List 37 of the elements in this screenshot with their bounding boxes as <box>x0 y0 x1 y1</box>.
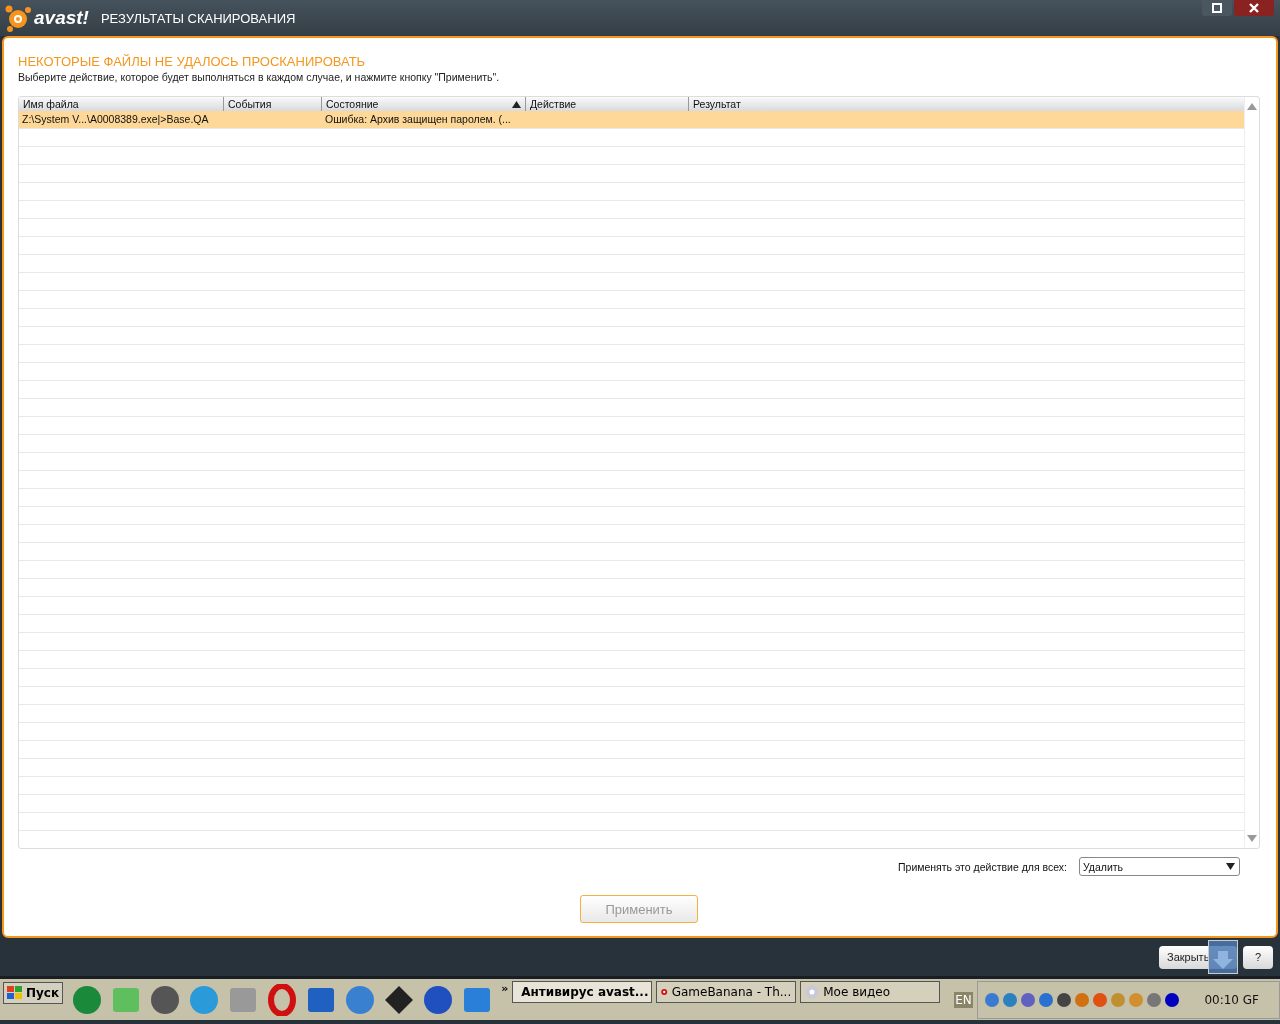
app-icon <box>805 985 820 999</box>
clock: 00:10 GF <box>1204 992 1259 1007</box>
heading: НЕКОТОРЫЕ ФАЙЛЫ НЕ УДАЛОСЬ ПРОСКАНИРОВАТЬ <box>18 54 367 69</box>
maximize-button[interactable] <box>1202 0 1232 16</box>
scroll-up-icon[interactable] <box>1247 103 1257 110</box>
instruction-text: Выберите действие, которое будет выполняться в каждом случае, и нажмите кнопку "Применить". <box>18 71 501 83</box>
tray-icon[interactable] <box>1037 991 1054 1008</box>
help-button[interactable]: ? <box>1243 945 1273 969</box>
taskbar-button[interactable]: GameBanana - Th... <box>656 981 797 1003</box>
language-indicator[interactable]: EN <box>954 991 973 1008</box>
tray-icon[interactable] <box>1163 991 1180 1008</box>
tray-icon[interactable] <box>1055 991 1072 1008</box>
maximize-icon <box>1212 3 1222 13</box>
quick-launch-icon[interactable] <box>149 983 182 1016</box>
quick-launch-icon[interactable] <box>422 983 455 1016</box>
dropdown-caret-icon <box>1226 863 1235 870</box>
logo-icon <box>4 4 32 32</box>
taskbar-button[interactable]: Антивирус avast... <box>512 981 653 1003</box>
column-header[interactable]: Результат <box>689 97 1244 111</box>
action-dropdown[interactable]: Удалить <box>1079 857 1240 876</box>
window-title: РЕЗУЛЬТАТЫ СКАНИРОВАНИЯ <box>100 10 296 26</box>
scrollbar[interactable] <box>1244 97 1259 848</box>
close-button[interactable] <box>1234 0 1274 16</box>
taskbar-button[interactable]: Мое видео <box>800 981 941 1003</box>
windows-flag-icon <box>7 986 23 1000</box>
table-row[interactable]: Z:\System V...\A0008389.exe|>Base.QA Ошибка: Архив защищен паролем. (... <box>19 111 1244 129</box>
tray-icon[interactable] <box>1019 991 1036 1008</box>
logo-text: avast! <box>34 7 89 29</box>
scroll-down-icon[interactable] <box>1247 835 1257 842</box>
chevron[interactable]: » <box>501 982 509 995</box>
close-icon <box>1249 3 1259 13</box>
apply-all-label: Применять это действие для всех: <box>898 860 1067 873</box>
download-tile-icon <box>1208 940 1238 974</box>
quick-launch-icon[interactable] <box>383 983 416 1016</box>
table-cell: Z:\System V...\A0008389.exe|>Base.QA <box>22 113 209 125</box>
start-button[interactable]: Пуск <box>3 982 64 1004</box>
table-cell: Ошибка: Архив защищен паролем. (... <box>325 113 511 125</box>
